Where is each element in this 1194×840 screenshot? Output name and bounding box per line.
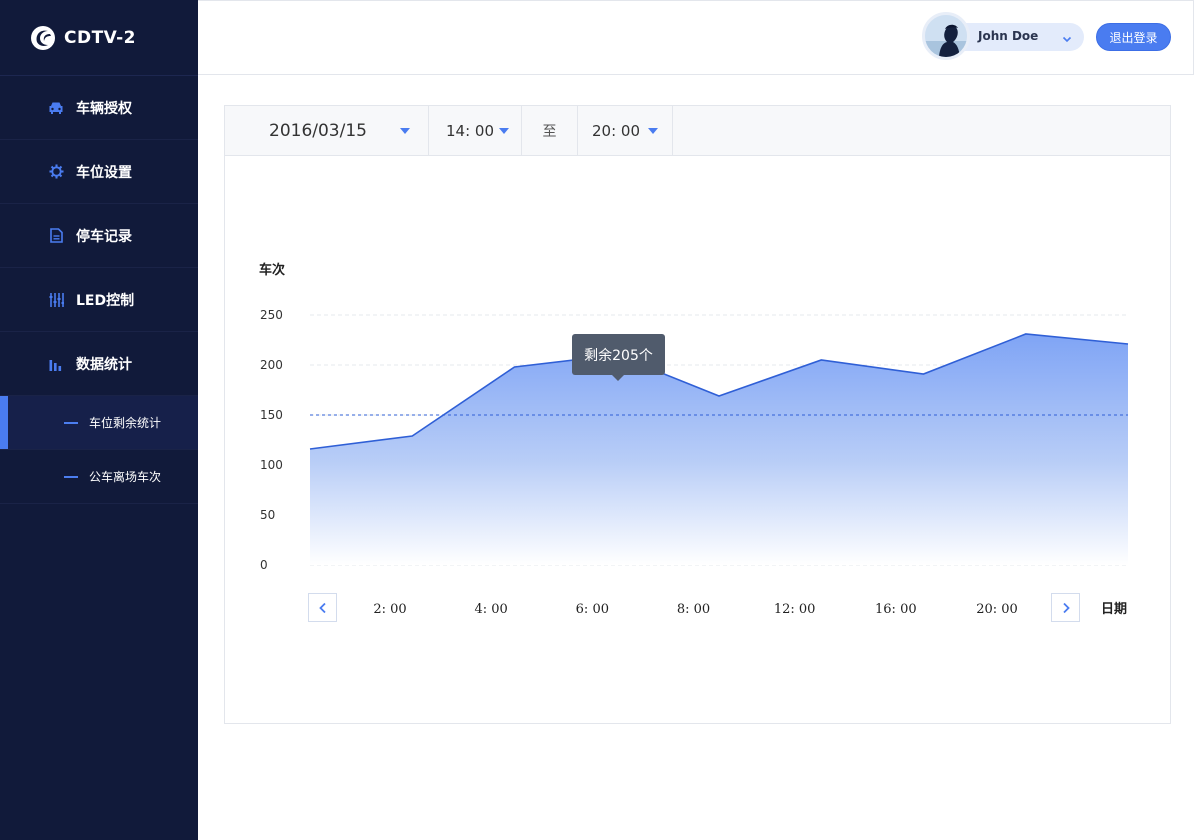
value-tooltip: 剩余205个 (572, 334, 665, 381)
user-name[interactable]: John Doe (978, 29, 1038, 43)
chart-area: 车次 250 200 150 100 50 0 2: 00 4: 00 6: 00 8: 00 1… (225, 156, 1170, 723)
caret-down-icon (499, 128, 509, 134)
sidebar-item-parking-records[interactable]: 停车记录 (0, 204, 198, 268)
y-axis-label: 车次 (259, 262, 285, 278)
area-fill (310, 334, 1128, 565)
remaining-spaces-chart: 车次 250 200 150 100 50 0 2: 00 4: 00 6: 00 8: 00 1… (259, 262, 1129, 617)
range-separator: 至 (522, 106, 578, 155)
start-time-value: 14: 00 (446, 121, 494, 140)
x-tick-label: 2: 00 (373, 602, 406, 617)
sidebar-item-vehicle-auth[interactable]: 车辆授权 (0, 76, 198, 140)
x-tick-label: 8: 00 (677, 602, 710, 617)
tooltip-text: 剩余205个 (584, 347, 653, 364)
chevron-down-icon[interactable] (1060, 31, 1074, 45)
date-select[interactable]: 2016/03/15 (225, 106, 429, 155)
y-tick-label: 0 (260, 558, 268, 572)
y-tick-label: 200 (260, 358, 283, 372)
to-label: 至 (542, 123, 557, 140)
top-header: John Doe 退出登录 (198, 0, 1194, 75)
y-tick-label: 250 (260, 308, 283, 322)
caret-down-icon (400, 128, 410, 134)
brand[interactable]: CDTV-2 (0, 0, 198, 76)
sidebar-item-label: 数据统计 (76, 356, 132, 373)
caret-down-icon (648, 128, 658, 134)
document-icon (48, 228, 64, 244)
start-time-select[interactable]: 14: 00 (429, 106, 522, 155)
sidebar-subitem-label: 公车离场车次 (89, 470, 162, 484)
end-time-select[interactable]: 20: 00 (578, 106, 673, 155)
y-tick-label: 100 (260, 458, 283, 472)
bar-chart-icon (48, 356, 64, 372)
logout-button[interactable]: 退出登录 (1096, 23, 1171, 51)
chevron-left-icon (318, 602, 326, 613)
dash-icon (64, 475, 78, 478)
sidebar-item-label: 停车记录 (76, 228, 132, 245)
sidebar-subitem-label: 车位剩余统计 (89, 416, 162, 430)
filter-toolbar: 2016/03/15 14: 00 至 20: 00 (225, 106, 1170, 156)
x-tick-label: 20: 00 (976, 602, 1018, 617)
y-tick-label: 50 (260, 508, 275, 522)
brand-logo (31, 25, 55, 50)
x-tick-label: 6: 00 (576, 602, 609, 617)
statistics-panel: 2016/03/15 14: 00 至 20: 00 车次 250 200 15… (224, 105, 1171, 724)
car-icon (48, 100, 64, 116)
sidebar-item-led-control[interactable]: LED控制 (0, 268, 198, 332)
gear-icon (48, 164, 64, 180)
prev-button[interactable] (308, 593, 337, 622)
x-axis-label: 日期 (1101, 602, 1127, 617)
sidebar-item-statistics[interactable]: 数据统计 (0, 332, 198, 396)
x-tick-label: 12: 00 (774, 602, 816, 617)
sidebar-item-label: LED控制 (76, 292, 135, 309)
sidebar-item-label: 车辆授权 (76, 100, 132, 117)
sidebar-subitem-bus-departures[interactable]: 公车离场车次 (0, 450, 198, 504)
x-tick-label: 4: 00 (475, 602, 508, 617)
sliders-icon (48, 292, 64, 308)
chevron-right-icon (1062, 602, 1070, 613)
sidebar-item-label: 车位设置 (76, 164, 132, 181)
next-button[interactable] (1051, 593, 1080, 622)
date-value: 2016/03/15 (269, 120, 367, 141)
end-time-value: 20: 00 (592, 121, 640, 140)
sidebar-subitem-remaining-spaces[interactable]: 车位剩余统计 (0, 396, 198, 450)
avatar[interactable] (922, 12, 970, 60)
y-tick-label: 150 (260, 408, 283, 422)
sidebar: CDTV-2 车辆授权 车位设置 停车记录 LED控制 数据统计 车位剩余统计 (0, 0, 198, 840)
dash-icon (64, 421, 78, 424)
sidebar-item-space-settings[interactable]: 车位设置 (0, 140, 198, 204)
brand-name: CDTV-2 (64, 27, 136, 48)
x-tick-label: 16: 00 (875, 602, 917, 617)
